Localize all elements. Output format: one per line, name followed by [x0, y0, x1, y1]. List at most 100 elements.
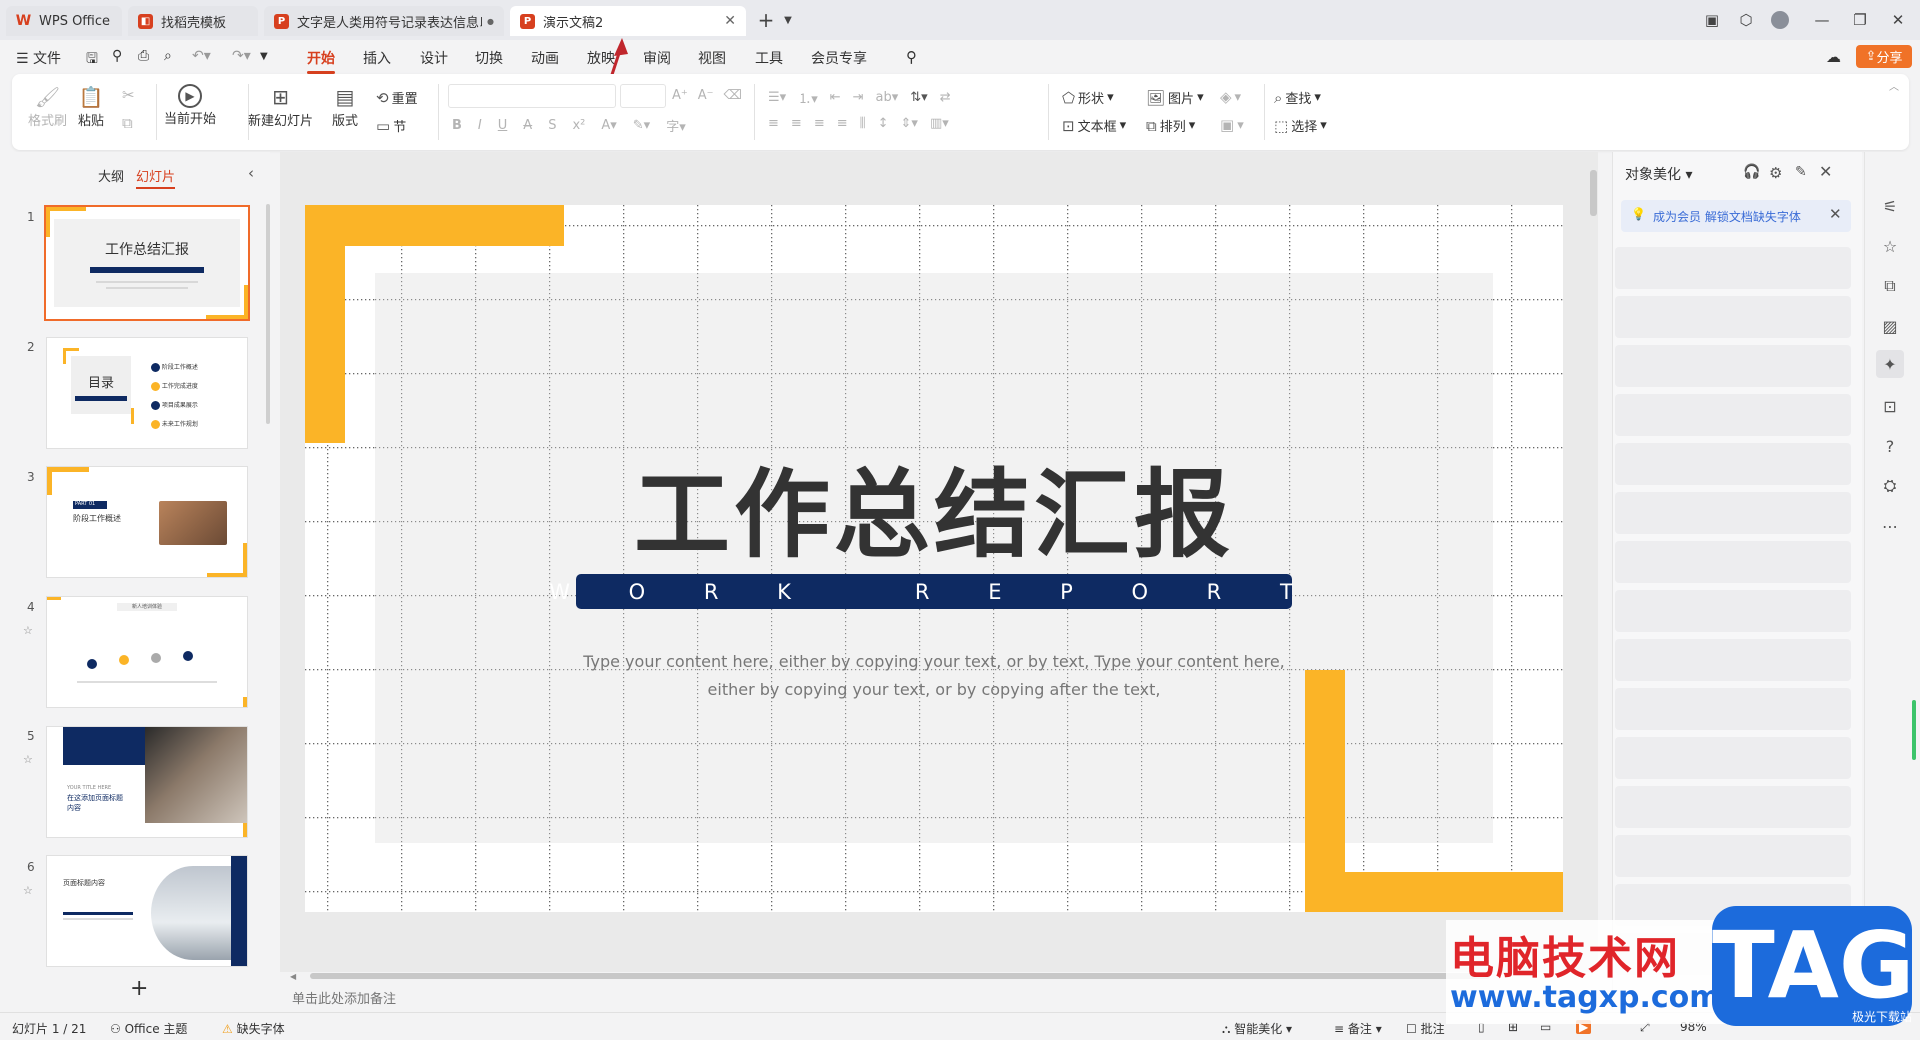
menu-member[interactable]: 会员专享 — [811, 48, 867, 68]
outline-button[interactable]: ▣ ▾ — [1220, 116, 1244, 134]
tab-wps-office[interactable]: W WPS Office — [6, 6, 122, 36]
slide-thumbnail-3[interactable]: PART 01 阶段工作概述 — [46, 466, 248, 578]
menu-animation[interactable]: 动画 — [531, 48, 559, 68]
canvas-scrollbar-horizontal[interactable]: ◀ — [290, 972, 1590, 981]
reset-button[interactable]: ⟲ 重置 — [376, 88, 418, 108]
font-color-icon[interactable]: A▾ — [601, 118, 616, 133]
print-icon[interactable]: ⎙ — [138, 48, 149, 64]
menu-view[interactable]: 视图 — [698, 48, 726, 68]
paste-button[interactable]: 📋 粘贴 — [78, 84, 104, 129]
slide-thumbnail-4[interactable]: 新人培训体验 — [46, 596, 248, 708]
notes-placeholder[interactable]: 单击此处添加备注 — [292, 988, 396, 1007]
copy-button[interactable]: ⧉ — [122, 114, 133, 132]
canvas-scrollbar-vertical[interactable] — [1590, 170, 1597, 216]
avatar[interactable] — [1768, 8, 1792, 32]
increase-font-icon[interactable]: A⁺ — [672, 88, 688, 103]
menu-design[interactable]: 设计 — [420, 48, 448, 68]
shadow-icon[interactable]: S — [548, 118, 556, 133]
superscript-icon[interactable]: x² — [572, 118, 585, 133]
select-button[interactable]: ⬚ 选择 ▾ — [1274, 116, 1327, 136]
layout-button[interactable]: ▤ 版式 — [332, 84, 358, 129]
textbox-button[interactable]: ⊡ 文本框 ▾ — [1062, 116, 1126, 136]
collapse-ribbon-icon[interactable]: ︿ — [1889, 78, 1899, 93]
star-icon[interactable]: ☆ — [23, 884, 33, 897]
gear-icon[interactable]: ⚙ — [1769, 164, 1782, 182]
menu-home[interactable]: 开始 — [307, 48, 335, 74]
sort-icon[interactable]: ⇅▾ — [910, 90, 927, 105]
columns-icon[interactable]: ▥▾ — [930, 116, 949, 131]
new-tab-plus-icon[interactable]: + — [754, 8, 778, 32]
layout-icon[interactable]: ▣ — [1700, 8, 1724, 32]
image-edit-icon[interactable]: ▨ — [1876, 312, 1904, 340]
slide-thumbnail-2[interactable]: 目录 阶段工作概述 工作完成进度 项目成果展示 未来工作规划 — [46, 337, 248, 449]
font-size-select[interactable] — [620, 84, 666, 108]
slide-canvas[interactable]: 工作总结汇报 W O R K R E P O R T Type your con… — [305, 205, 1563, 912]
strikethrough-icon[interactable]: A — [523, 118, 532, 133]
para-spacing-icon[interactable]: ⇕▾ — [901, 116, 918, 131]
properties-icon[interactable]: ⚟ — [1876, 192, 1904, 220]
add-slide-button[interactable]: + — [130, 976, 148, 1001]
collapse-panel-icon[interactable]: ‹ — [248, 164, 254, 182]
panel-title[interactable]: 对象美化 ▾ — [1625, 164, 1692, 184]
format-painter-button[interactable]: 🖌 格式刷 — [28, 84, 67, 129]
smart-beautify-button[interactable]: ⛬ 智能美化 ▾ — [1222, 1020, 1292, 1037]
star-icon[interactable]: ☆ — [1876, 232, 1904, 260]
slide-thumbnail-5[interactable]: YOUR TITLE HERE 在这添加页面标题内容 — [46, 726, 248, 838]
align-left-icon[interactable]: ≡ — [768, 116, 779, 131]
tab-docer[interactable]: ◧ 找稻壳模板 — [128, 6, 258, 36]
align-center-icon[interactable]: ≡ — [791, 116, 802, 131]
align-right-icon[interactable]: ≡ — [814, 116, 825, 131]
new-slide-button[interactable]: ⊞ 新建幻灯片 — [248, 84, 313, 129]
char-spacing-icon[interactable]: 字▾ — [666, 116, 686, 135]
justify-icon[interactable]: ≡ — [837, 116, 848, 131]
quick-access-chevron-icon[interactable]: ▼ — [260, 51, 268, 62]
slide-thumbnail-1[interactable]: 工作总结汇报 — [44, 205, 250, 321]
distribute-icon[interactable]: ⫼ — [860, 116, 866, 131]
clear-format-icon[interactable]: ⌫ — [724, 88, 742, 103]
star-icon[interactable]: ☆ — [23, 753, 33, 766]
bullet-list-icon[interactable]: ☰▾ — [768, 90, 786, 105]
notes-button[interactable]: ≡ 备注 ▾ — [1334, 1020, 1382, 1037]
menu-insert[interactable]: 插入 — [363, 48, 391, 68]
theme-indicator[interactable]: ⚇ Office 主题 — [110, 1020, 187, 1037]
section-button[interactable]: ▭ 节 — [376, 116, 406, 136]
promo-close-icon[interactable]: ✕ — [1829, 205, 1842, 223]
underline-icon[interactable]: U — [498, 118, 508, 133]
fill-button[interactable]: ◈ ▾ — [1220, 88, 1241, 106]
headset-icon[interactable]: 🎧 — [1743, 164, 1760, 180]
shape-button[interactable]: ⬠ 形状 ▾ — [1062, 88, 1114, 108]
menu-review[interactable]: 审阅 — [643, 48, 671, 68]
cloud-icon[interactable]: ☁ — [1826, 48, 1841, 66]
missing-font-indicator[interactable]: ⚠ 缺失字体 — [222, 1020, 285, 1037]
file-menu[interactable]: ☰ 文件 — [16, 48, 61, 68]
bold-icon[interactable]: B — [452, 118, 462, 133]
star-icon[interactable]: ☆ — [23, 624, 33, 637]
arrange-button[interactable]: ⧉ 排列 ▾ — [1146, 116, 1195, 136]
text-direction-icon[interactable]: ab▾ — [876, 90, 899, 105]
promo-banner[interactable]: 💡 成为会员 解锁文档缺失字体 ✕ — [1621, 200, 1851, 232]
window-close-icon[interactable]: ✕ — [1886, 8, 1910, 32]
italic-icon[interactable]: I — [478, 118, 482, 133]
minimize-icon[interactable]: — — [1810, 8, 1834, 32]
duplicate-icon[interactable]: ⧉ — [1876, 272, 1904, 300]
slide-body[interactable]: Type your content here, either by copyin… — [305, 648, 1563, 704]
slide-thumbnail-6[interactable]: 页面标题内容 — [46, 855, 248, 967]
chevron-down-icon[interactable]: ▼ — [776, 8, 800, 32]
font-family-select[interactable] — [448, 84, 616, 108]
undo-icon[interactable]: ↶▾ — [192, 48, 211, 64]
save-icon[interactable]: 🖫 — [86, 48, 98, 72]
template-icon[interactable]: ⊡ — [1876, 392, 1904, 420]
convert-icon[interactable]: ⇄ — [940, 90, 951, 105]
indent-increase-icon[interactable]: ⇥ — [853, 90, 864, 105]
slide-banner[interactable]: W O R K R E P O R T — [549, 574, 1293, 609]
help-icon[interactable]: ? — [1876, 432, 1904, 460]
tools-icon[interactable]: ⛭ — [1876, 472, 1904, 500]
cube-icon[interactable]: ⬡ — [1734, 8, 1758, 32]
tab-doc-text[interactable]: P 文字是人类用符号记录表达信息以... ● — [264, 6, 504, 36]
cut-button[interactable]: ✂ — [122, 86, 135, 104]
picture-button[interactable]: 🖼 图片 ▾ — [1146, 88, 1204, 108]
tab-slides[interactable]: 幻灯片 — [136, 166, 176, 189]
decrease-font-icon[interactable]: A⁻ — [698, 88, 714, 103]
tab-presentation2[interactable]: P 演示文稿2 ✕ — [510, 6, 746, 36]
pin-icon[interactable]: ✎ — [1795, 164, 1807, 180]
